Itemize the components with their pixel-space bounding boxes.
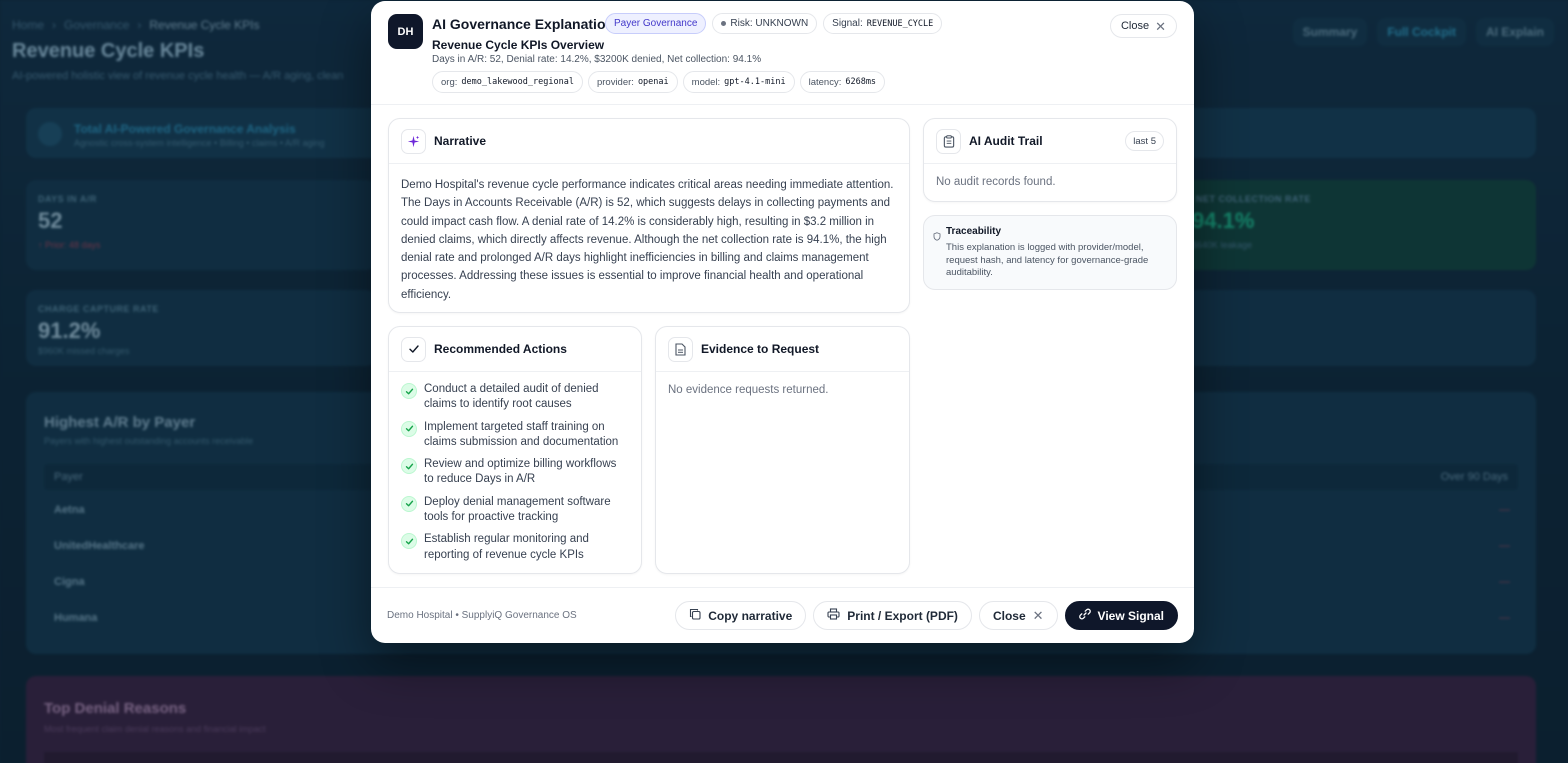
evidence-card: Evidence to Request No evidence requests… <box>655 326 910 574</box>
metadata-chips: org: demo_lakewood_regional provider: op… <box>432 71 886 93</box>
footer-actions: Copy narrative Print / Export (PDF) Clos… <box>675 601 1178 630</box>
check-circle-icon <box>401 495 417 512</box>
recommended-actions-card: Recommended Actions Conduct a detailed a… <box>388 326 642 574</box>
explanation-heading: Revenue Cycle KPIs Overview <box>432 38 605 52</box>
close-icon: ✕ <box>1155 18 1166 34</box>
action-text: Deploy denial management software tools … <box>424 495 611 524</box>
close-footer-label: Close <box>992 608 1026 623</box>
check-circle-icon <box>401 383 417 399</box>
list-item: Implement targeted staff training on cla… <box>401 420 629 451</box>
model-chip: model: gpt-4.1-mini <box>682 71 795 93</box>
copy-icon <box>689 608 701 623</box>
narrative-title: Narrative <box>434 134 487 148</box>
actions-title: Recommended Actions <box>434 342 567 356</box>
status-dot-icon <box>721 21 727 26</box>
action-text: Conduct a detailed audit of denied claim… <box>424 383 599 411</box>
traceability-note: Traceability This explanation is logged … <box>923 215 1177 290</box>
close-button-label: Close <box>1120 20 1150 32</box>
action-text: Establish regular monitoring and reporti… <box>424 533 589 561</box>
explanation-summary: Days in A/R: 52, Denial rate: 14.2%, $32… <box>432 54 762 65</box>
chip-key: model: <box>691 76 721 88</box>
audit-trail-card: AI Audit Trail last 5 No audit records f… <box>923 118 1177 202</box>
copy-narrative-label: Copy narrative <box>708 608 793 623</box>
list-item: Conduct a detailed audit of denied claim… <box>401 382 629 413</box>
check-icon <box>401 336 426 362</box>
audit-count-badge: last 5 <box>1125 131 1164 151</box>
ai-explanation-modal: DH AI Governance Explanation Payer Gover… <box>371 1 1194 643</box>
header-chips: Payer Governance Risk: UNKNOWN Signal: R… <box>605 13 943 34</box>
actions-list: Conduct a detailed audit of denied claim… <box>389 372 641 563</box>
close-footer-button[interactable]: Close ✕ <box>978 601 1058 630</box>
chip-key: org: <box>441 76 458 88</box>
audit-empty-text: No audit records found. <box>936 176 1056 188</box>
list-item: Establish regular monitoring and reporti… <box>401 532 629 563</box>
check-circle-icon <box>401 533 417 550</box>
signal-chip: Signal: REVENUE_CYCLE <box>823 13 943 34</box>
list-item: Review and optimize billing workflows to… <box>401 457 629 488</box>
risk-chip-label: Risk: UNKNOWN <box>730 18 809 29</box>
list-item: Deploy denial management software tools … <box>401 495 629 526</box>
chip-key: provider: <box>596 76 634 88</box>
check-circle-icon <box>401 458 417 475</box>
modal-title: AI Governance Explanation <box>432 16 615 32</box>
printer-icon <box>827 608 840 623</box>
document-icon <box>668 336 693 362</box>
traceability-title: Traceability <box>946 226 1002 237</box>
view-signal-label: View Signal <box>1097 608 1164 623</box>
footer-text: Demo Hospital • SupplyiQ Governance OS <box>387 610 577 621</box>
evidence-empty-text: No evidence requests returned. <box>668 384 829 396</box>
modal-footer: Demo Hospital • SupplyiQ Governance OS C… <box>371 587 1194 643</box>
chip-value: gpt-4.1-mini <box>724 77 786 87</box>
category-chip: Payer Governance <box>605 13 707 34</box>
org-chip: org: demo_lakewood_regional <box>432 71 583 93</box>
check-circle-icon <box>401 420 417 437</box>
print-export-button[interactable]: Print / Export (PDF) <box>813 601 972 630</box>
chip-key: latency: <box>808 76 842 88</box>
sparkles-icon <box>401 128 426 154</box>
view-signal-button[interactable]: View Signal <box>1064 601 1178 630</box>
signal-chip-label: Signal: <box>832 18 863 29</box>
action-text: Implement targeted staff training on cla… <box>424 420 619 448</box>
link-icon <box>1078 608 1091 623</box>
clipboard-icon <box>936 128 961 154</box>
signal-chip-value: REVENUE_CYCLE <box>866 18 934 29</box>
action-text: Review and optimize billing workflows to… <box>424 458 617 486</box>
latency-chip: latency: 6268ms <box>799 71 886 93</box>
chip-value: 6268ms <box>845 77 877 87</box>
close-button[interactable]: Close ✕ <box>1109 14 1177 38</box>
modal-header: DH AI Governance Explanation Payer Gover… <box>371 1 1194 105</box>
audit-trail-title: AI Audit Trail <box>969 134 1043 148</box>
narrative-text: Demo Hospital's revenue cycle performanc… <box>401 179 894 301</box>
narrative-card: Narrative Demo Hospital's revenue cycle … <box>388 118 910 313</box>
avatar: DH <box>388 14 423 49</box>
shield-icon <box>933 228 941 246</box>
provider-chip: provider: openai <box>587 71 678 93</box>
chip-value: demo_lakewood_regional <box>461 77 574 87</box>
print-export-label: Print / Export (PDF) <box>847 608 958 623</box>
close-icon: ✕ <box>1032 608 1044 623</box>
traceability-text: This explanation is logged with provider… <box>946 242 1149 278</box>
risk-chip: Risk: UNKNOWN <box>712 13 818 34</box>
chip-value: openai <box>637 77 669 87</box>
copy-narrative-button[interactable]: Copy narrative <box>675 601 807 630</box>
evidence-title: Evidence to Request <box>701 342 820 356</box>
